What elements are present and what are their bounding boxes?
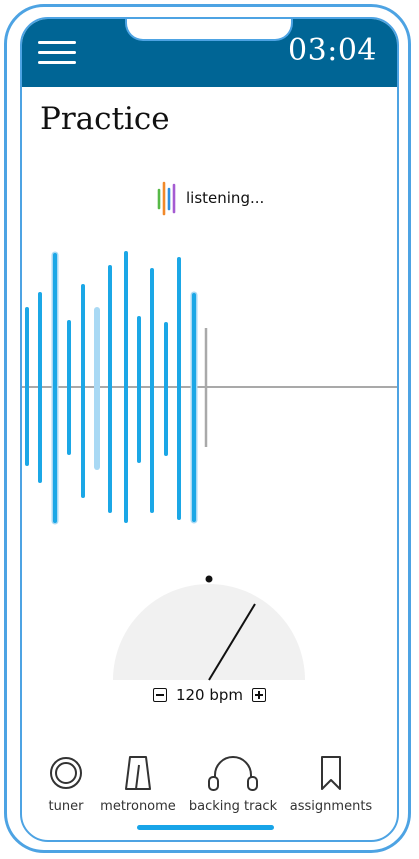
page-title: Practice [40,101,170,137]
bottom-tab-bar: tuner metronome backing track assignment… [22,755,397,825]
phone-notch [125,19,293,41]
active-tab-indicator [137,825,274,830]
tab-metronome-label: metronome [100,799,176,814]
headphones-icon [208,756,258,791]
tab-assignments[interactable]: assignments [286,755,376,814]
audio-levels-icon [157,181,176,216]
dial-pivot-dot [205,575,213,583]
tuner-icon [50,757,82,789]
bookmark-icon [321,756,341,790]
dial-face [113,584,305,680]
session-timer: 03:04 [288,33,377,68]
hamburger-menu-icon[interactable] [38,41,76,65]
tab-assignments-label: assignments [289,799,373,814]
audio-waveform [22,251,397,525]
listening-label: listening... [186,189,265,207]
tab-backing-track[interactable]: backing track [188,755,278,814]
plus-icon[interactable] [252,688,267,702]
app-screen: 03:04 Practice listening... 120 bpm tune… [20,17,399,842]
metronome-dial[interactable] [112,567,306,689]
metronome-icon [125,756,151,790]
minus-icon[interactable] [152,688,167,702]
tempo-value: 120 bpm [175,686,244,704]
tab-backing-track-label: backing track [188,799,278,814]
tab-metronome[interactable]: metronome [93,755,183,814]
listening-status: listening... [156,180,264,216]
tempo-control: 120 bpm [22,686,397,704]
